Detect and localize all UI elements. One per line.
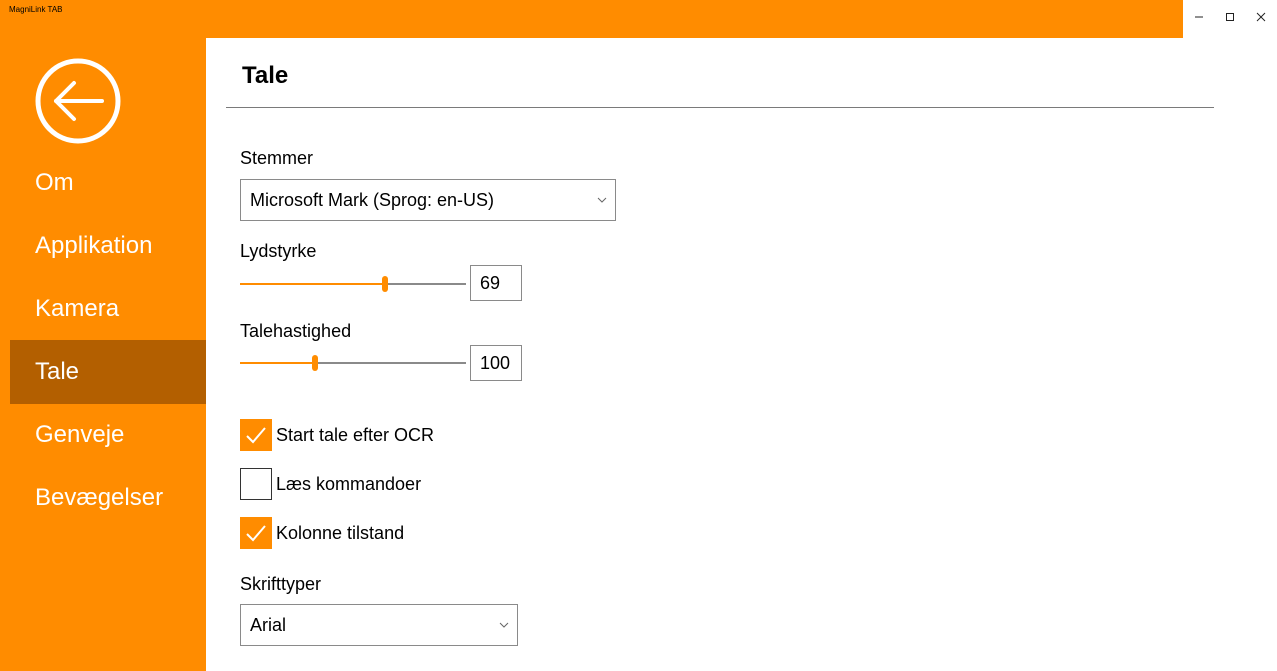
sidebar-item-label: Tale [35, 358, 80, 385]
sidebar-item-bevaegelser[interactable]: Bevægelser [10, 466, 206, 530]
window-frame-left [0, 38, 10, 671]
title-bar: MagniLink TAB [0, 0, 1277, 38]
sidebar-item-genveje[interactable]: Genveje [10, 403, 206, 467]
back-button[interactable] [34, 57, 122, 145]
voice-selected-value: Microsoft Mark (Sprog: en-US) [250, 189, 495, 210]
close-button[interactable] [1245, 0, 1276, 38]
window-controls [1183, 0, 1277, 38]
checkbox-box[interactable] [240, 468, 272, 500]
volume-value: 69 [480, 272, 501, 293]
page-title: Tale [242, 62, 289, 89]
voice-label: Stemmer [240, 148, 314, 168]
minimize-button[interactable] [1183, 0, 1214, 38]
column-mode-checkbox[interactable]: Kolonne tilstand [240, 517, 404, 549]
volume-slider[interactable] [240, 272, 466, 296]
title-divider [226, 107, 1214, 108]
start-speech-after-ocr-checkbox[interactable]: Start tale efter OCR [240, 419, 434, 451]
speed-value: 100 [480, 352, 511, 373]
slider-track-fill [240, 283, 385, 285]
speed-label: Talehastighed [240, 321, 352, 341]
checkbox-label: Læs kommandoer [276, 473, 422, 494]
slider-thumb[interactable] [312, 355, 318, 371]
checkbox-box[interactable] [240, 517, 272, 549]
close-icon [1256, 12, 1265, 22]
checkbox-box[interactable] [240, 419, 272, 451]
voice-dropdown[interactable]: Microsoft Mark (Sprog: en-US) [240, 179, 616, 221]
chevron-down-icon [499, 622, 509, 628]
minimize-icon [1194, 16, 1203, 18]
sidebar-item-label: Om [35, 169, 74, 196]
slider-thumb[interactable] [382, 276, 388, 292]
sidebar: Om Applikation Kamera Tale Genveje Bevæg… [10, 38, 206, 671]
read-commands-checkbox[interactable]: Læs kommandoer [240, 468, 421, 500]
font-selected-value: Arial [250, 614, 287, 635]
font-label: Skrifttyper [240, 574, 322, 594]
back-arrow-icon [35, 58, 121, 144]
sidebar-item-tale[interactable]: Tale [10, 340, 206, 404]
sidebar-item-label: Applikation [35, 232, 153, 259]
sidebar-item-kamera[interactable]: Kamera [10, 277, 206, 341]
slider-track-fill [240, 362, 315, 364]
volume-label: Lydstyrke [240, 241, 317, 261]
sidebar-item-label: Bevægelser [35, 484, 164, 511]
checkbox-label: Start tale efter OCR [276, 424, 435, 445]
volume-value-box[interactable]: 69 [470, 265, 522, 301]
maximize-icon [1225, 13, 1234, 21]
chevron-down-icon [597, 197, 607, 203]
window-title: MagniLink TAB [9, 5, 63, 14]
sidebar-item-label: Genveje [35, 421, 125, 448]
maximize-button[interactable] [1214, 0, 1245, 38]
speed-slider[interactable] [240, 351, 466, 375]
checkmark-icon [246, 525, 266, 542]
speed-value-box[interactable]: 100 [470, 345, 522, 381]
title-bar-background [0, 0, 1183, 38]
sidebar-item-label: Kamera [35, 295, 120, 322]
checkbox-label: Kolonne tilstand [276, 522, 405, 543]
font-dropdown[interactable]: Arial [240, 604, 518, 646]
main-content: Tale Stemmer Microsoft Mark (Sprog: en-U… [206, 38, 1277, 671]
app-window: MagniLink TAB Om Applikation Kamera Tale… [0, 0, 1277, 671]
sidebar-item-applikation[interactable]: Applikation [10, 214, 206, 278]
checkmark-icon [246, 427, 266, 444]
sidebar-item-om[interactable]: Om [10, 151, 206, 215]
